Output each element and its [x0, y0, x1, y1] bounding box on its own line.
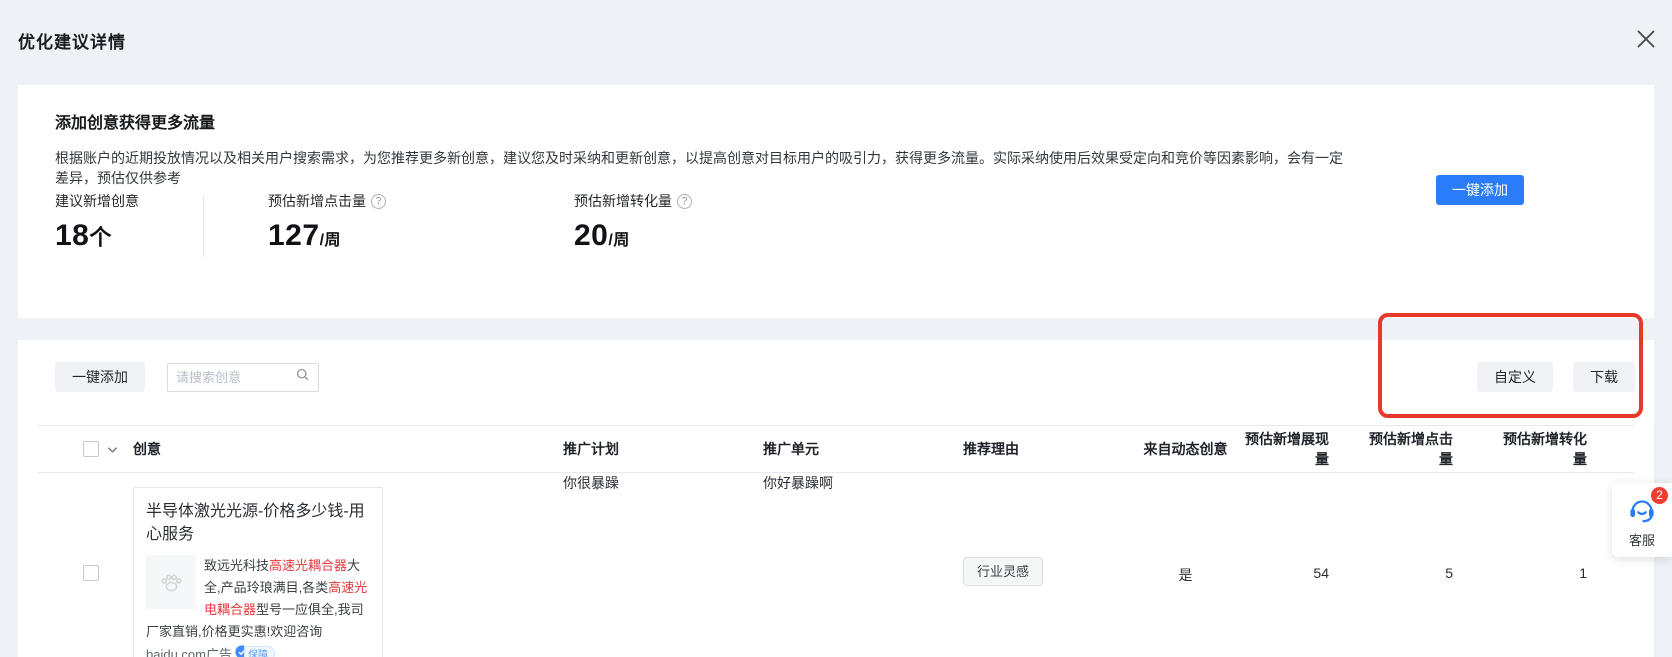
- cell-unit: 你好暴躁啊: [763, 473, 963, 493]
- close-icon[interactable]: [1632, 25, 1660, 53]
- header-plan: 推广计划: [563, 439, 763, 459]
- table-header-row: 创意 推广计划 推广单元 推荐理由 来自动态创意 预估新增展现量 预估新增点击量…: [38, 425, 1634, 473]
- cell-impressions: 54: [1243, 473, 1363, 581]
- search-box[interactable]: [167, 363, 319, 392]
- stat-label: 预估新增转化量: [574, 191, 672, 211]
- help-icon[interactable]: [371, 194, 386, 209]
- guarantee-badge: 保障: [244, 646, 275, 657]
- customize-button[interactable]: 自定义: [1477, 362, 1553, 392]
- stat-estimated-clicks: 预估新增点击量 127/周: [268, 191, 464, 253]
- one-click-add-primary-button[interactable]: 一键添加: [1436, 175, 1524, 205]
- stat-value: 18: [55, 219, 89, 252]
- row-checkbox[interactable]: [83, 565, 99, 581]
- search-input[interactable]: [176, 370, 295, 385]
- creative-preview-card[interactable]: 半导体激光光源-价格多少钱-用心服务 致远光科技高速光耦合器大全,产品玲琅满目,…: [133, 487, 383, 657]
- page-title: 优化建议详情: [18, 28, 126, 53]
- creative-description: 致远光科技高速光耦合器大全,产品玲琅满目,各类高速光电耦合器型号一应俱全,我司厂…: [146, 555, 370, 643]
- one-click-add-button[interactable]: 一键添加: [55, 362, 145, 392]
- stat-estimated-conversions: 预估新增转化量 20/周: [574, 191, 692, 253]
- summary-card: 添加创意获得更多流量 根据账户的近期投放情况以及相关用户搜索需求，为您推荐更多新…: [18, 85, 1654, 318]
- optimization-suggestion-dialog: 优化建议详情 添加创意获得更多流量 根据账户的近期投放情况以及相关用户搜索需求，…: [0, 0, 1672, 657]
- cell-dynamic: 是: [1128, 473, 1243, 585]
- creative-desc-highlight: 高速光耦合器: [269, 558, 347, 573]
- select-all-checkbox[interactable]: [83, 441, 99, 457]
- reason-badge: 行业灵感: [963, 557, 1043, 586]
- stat-label: 预估新增点击量: [268, 191, 366, 211]
- summary-stats: 建议新增创意 18个 预估新增点击量 127/周 预估新增转化量: [55, 191, 692, 257]
- creative-source-row: baidu.com广告 保障: [146, 644, 370, 657]
- stat-label: 建议新增创意: [55, 191, 139, 211]
- summary-description: 根据账户的近期投放情况以及相关用户搜索需求，为您推荐更多新创意，建议您及时采纳和…: [55, 148, 1354, 188]
- stat-unit: /周: [608, 232, 629, 249]
- help-icon[interactable]: [677, 194, 692, 209]
- creative-list-card: 一键添加 自定义 下载: [18, 340, 1654, 657]
- chevron-down-icon[interactable]: [107, 441, 118, 457]
- creative-desc-text: 致远光科技: [204, 558, 269, 573]
- notification-badge: 2: [1650, 486, 1669, 505]
- header-clicks: 预估新增点击量: [1363, 429, 1493, 469]
- cell-clicks: 5: [1363, 473, 1493, 581]
- list-toolbar: 一键添加 自定义 下载: [55, 362, 1635, 392]
- headset-icon: [1627, 511, 1657, 528]
- header-conversions: 预估新增转化量: [1493, 429, 1623, 469]
- header-dynamic: 来自动态创意: [1128, 439, 1243, 459]
- summary-heading: 添加创意获得更多流量: [55, 109, 215, 133]
- paw-thumbnail-icon: [146, 555, 196, 609]
- stat-unit: 个: [89, 225, 112, 250]
- stat-value: 127: [268, 219, 320, 252]
- stat-value: 20: [574, 219, 608, 252]
- cell-plan: 你很暴躁: [563, 473, 763, 493]
- header-reason: 推荐理由: [963, 439, 1128, 459]
- customer-service-widget[interactable]: 2 客服: [1612, 483, 1672, 557]
- stat-unit: /周: [320, 232, 341, 249]
- header-impressions: 预估新增展现量: [1243, 429, 1363, 469]
- header-creative: 创意: [133, 439, 563, 459]
- search-icon[interactable]: [295, 367, 310, 387]
- table-row: 半导体激光光源-价格多少钱-用心服务 致远光科技高速光耦合器大全,产品玲琅满目,…: [38, 473, 1634, 657]
- creative-title: 半导体激光光源-价格多少钱-用心服务: [146, 500, 370, 546]
- cell-conversions: 1: [1493, 473, 1623, 581]
- stats-divider: [203, 195, 204, 257]
- download-button[interactable]: 下载: [1573, 362, 1635, 392]
- creative-source-url: baidu.com广告: [146, 644, 232, 657]
- customer-service-label: 客服: [1612, 530, 1672, 549]
- stat-suggested-creatives: 建议新增创意 18个: [55, 191, 203, 253]
- creative-table: 创意 推广计划 推广单元 推荐理由 来自动态创意 预估新增展现量 预估新增点击量…: [38, 425, 1634, 657]
- header-unit: 推广单元: [763, 439, 963, 459]
